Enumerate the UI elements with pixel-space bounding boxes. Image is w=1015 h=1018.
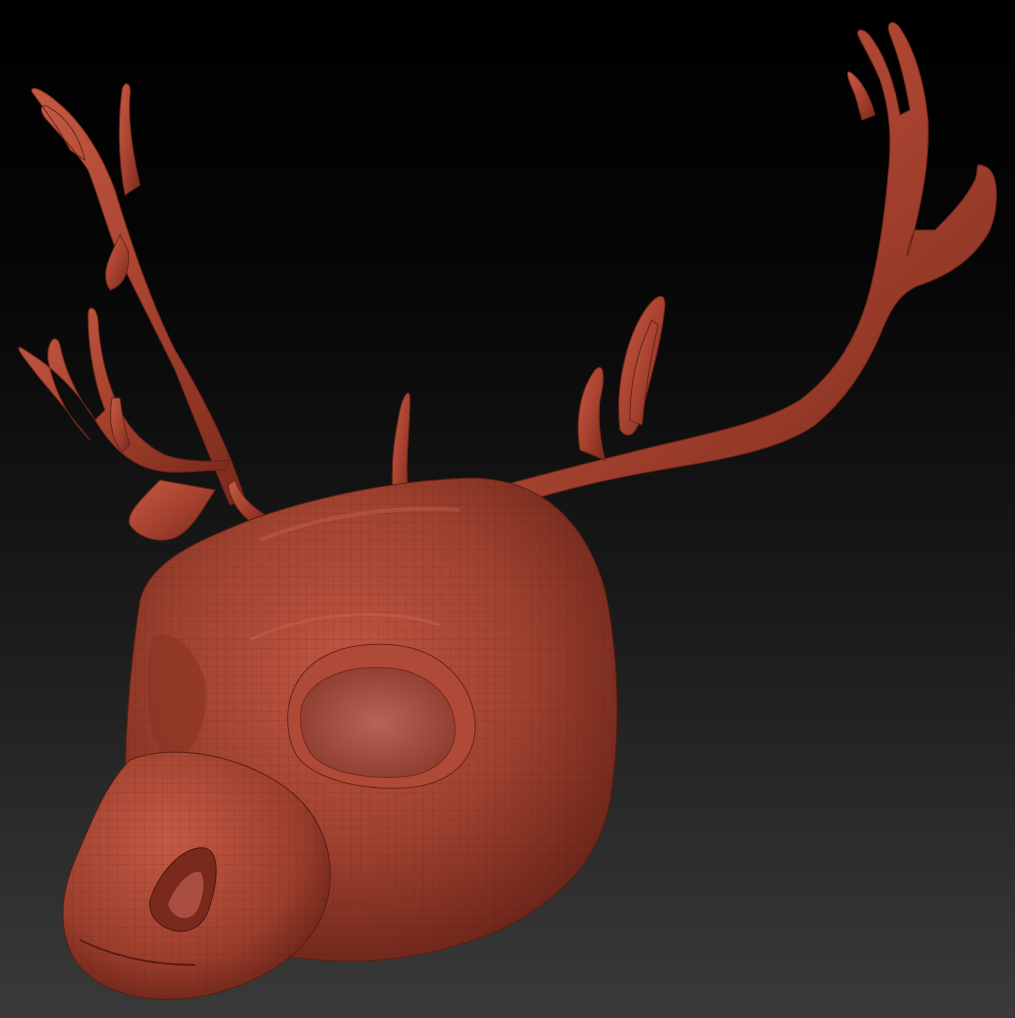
deer-head [62, 477, 618, 1000]
deer-head-model[interactable] [0, 0, 1015, 1018]
right-antler [418, 21, 997, 526]
eye-socket [300, 667, 456, 778]
left-antler [18, 83, 266, 541]
3d-viewport[interactable] [0, 0, 1015, 1018]
